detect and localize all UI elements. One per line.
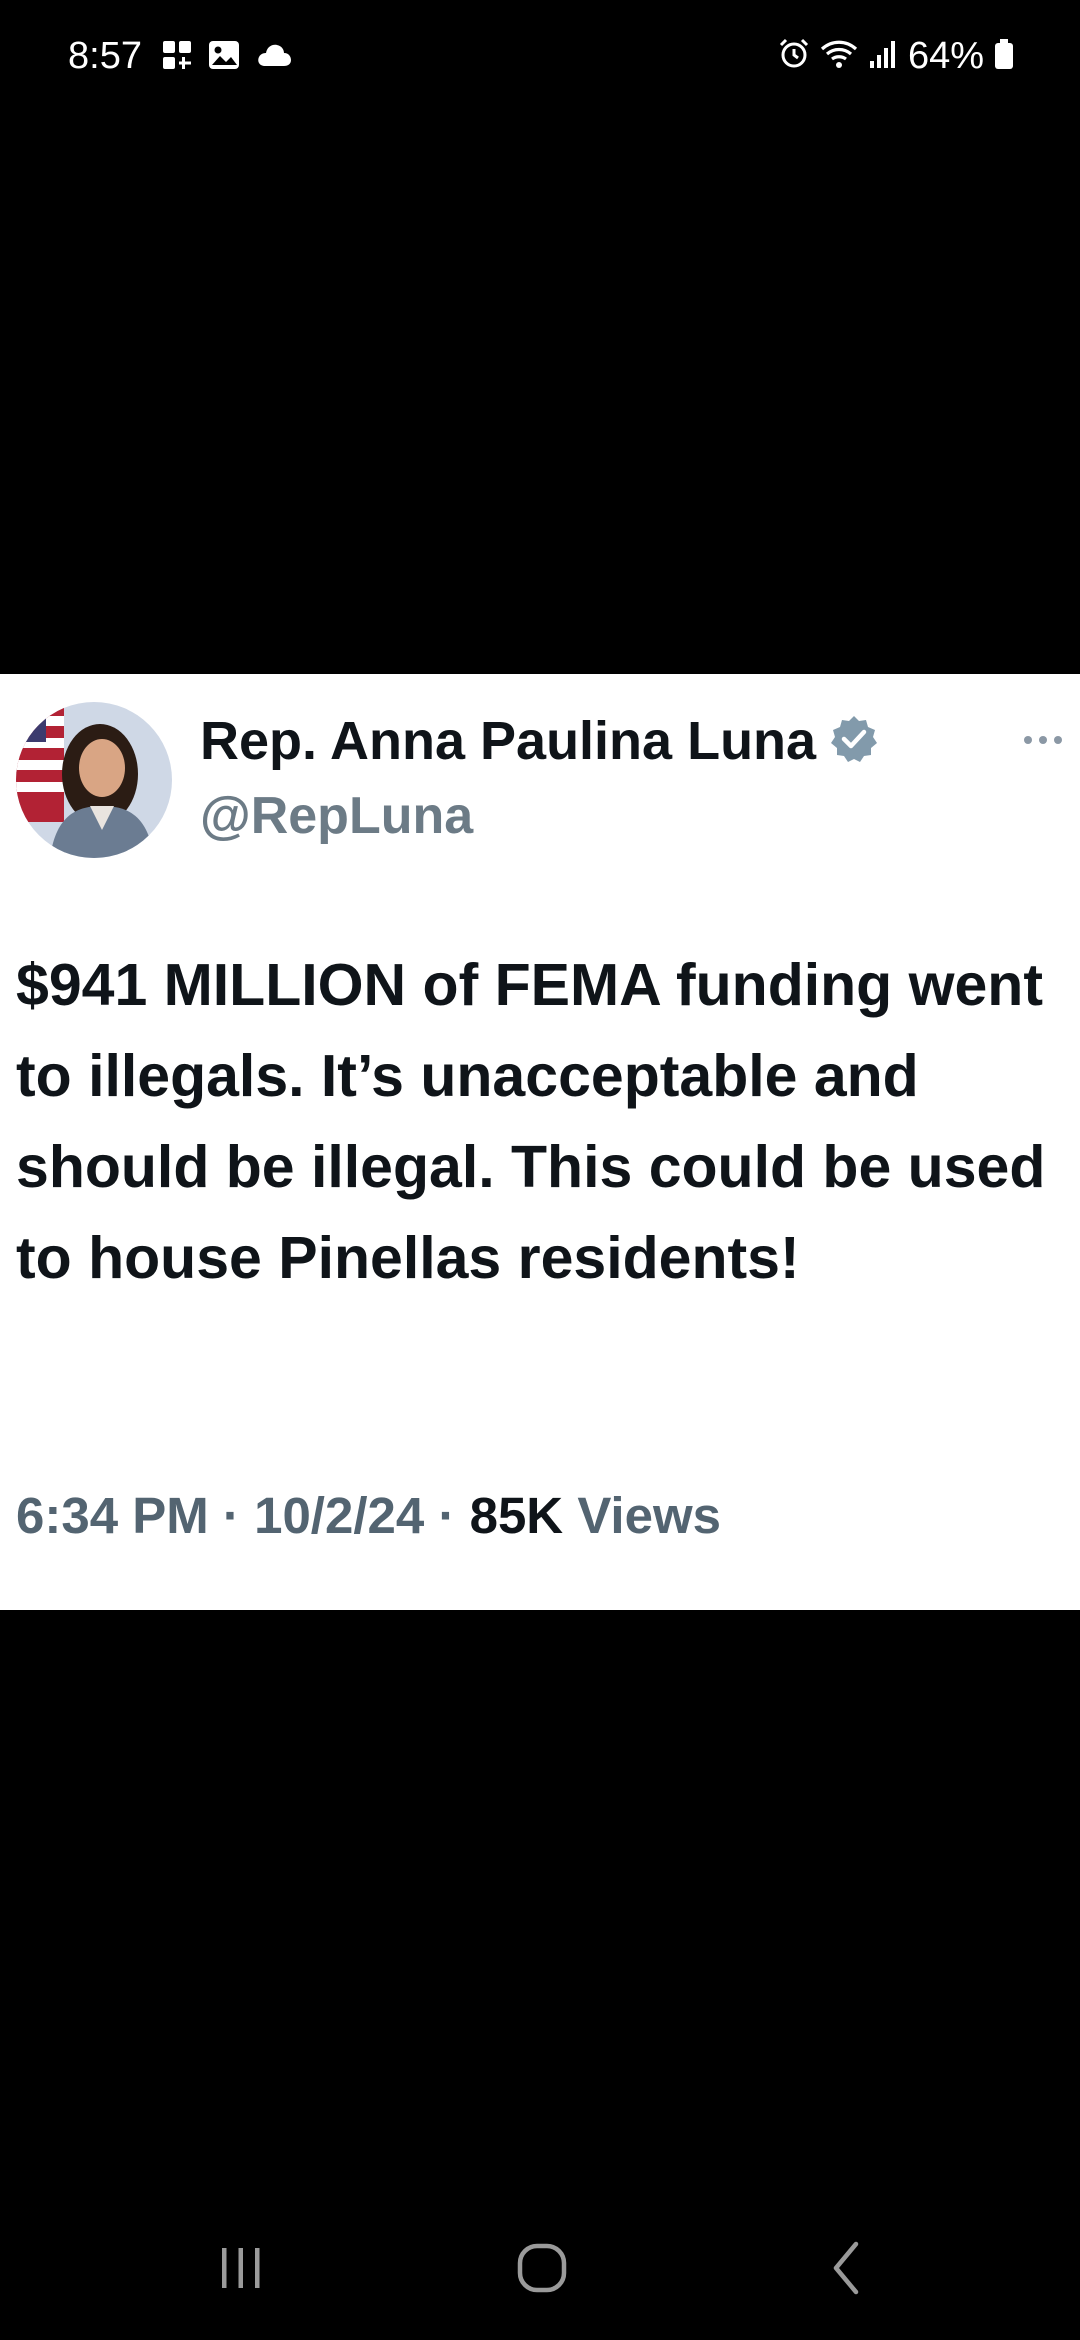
cloud-icon	[256, 42, 292, 73]
meta-separator: ·	[222, 1487, 240, 1544]
back-icon	[826, 2240, 866, 2301]
battery-percent: 64%	[907, 35, 984, 77]
tweet-meta: 6:34 PM · 10/2/24 · 85K Views	[16, 1484, 721, 1548]
status-time: 8:57	[68, 35, 142, 77]
tweet-text: $941 MILLION of FEMA funding went to ill…	[16, 952, 1046, 1291]
author-name[interactable]: Rep. Anna Paulina Luna	[200, 708, 816, 774]
avatar[interactable]	[16, 702, 172, 858]
author-handle[interactable]: @RepLuna	[200, 784, 473, 848]
tweet-card[interactable]: Rep. Anna Paulina Luna @RepLuna $941 MIL…	[0, 674, 1080, 1610]
home-button[interactable]	[482, 2220, 602, 2320]
verified-badge-icon	[828, 713, 880, 770]
more-options-icon[interactable]	[1024, 736, 1062, 744]
meta-separator: ·	[438, 1487, 456, 1544]
wifi-icon	[820, 38, 858, 75]
status-system-icons: 64%	[778, 32, 1014, 80]
views-label[interactable]: Views	[577, 1487, 721, 1544]
status-bar: 8:57 64%	[0, 0, 1080, 118]
grid-icon	[162, 40, 192, 75]
tweet-time[interactable]: 6:34 PM	[16, 1487, 209, 1544]
battery-icon	[994, 38, 1014, 75]
alarm-icon	[778, 38, 810, 75]
back-button[interactable]	[786, 2220, 906, 2320]
tweet-date[interactable]: 10/2/24	[254, 1487, 424, 1544]
home-icon	[516, 2242, 568, 2299]
navigation-bar	[0, 2220, 1080, 2320]
signal-icon	[868, 39, 898, 74]
status-notification-icons	[162, 40, 292, 75]
more-dot	[1054, 736, 1062, 744]
more-dot	[1039, 736, 1047, 744]
more-dot	[1024, 736, 1032, 744]
recent-apps-icon	[216, 2244, 266, 2297]
image-icon	[208, 40, 240, 75]
recent-apps-button[interactable]	[181, 2220, 301, 2320]
author-name-row[interactable]: Rep. Anna Paulina Luna	[200, 708, 880, 774]
views-count[interactable]: 85K	[470, 1487, 564, 1544]
